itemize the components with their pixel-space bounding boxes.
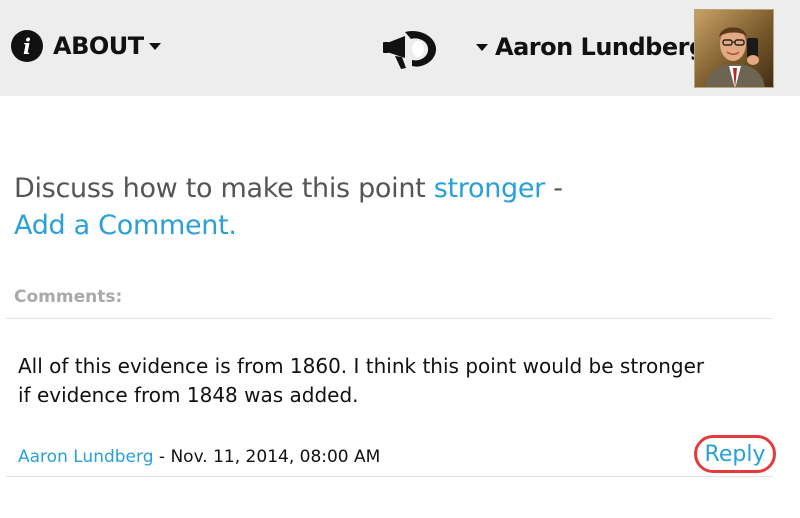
meta-separator: - [153, 447, 171, 467]
comment-body: All of this evidence is from 1860. I thi… [18, 354, 705, 407]
chevron-down-icon [476, 43, 488, 51]
chevron-down-icon [148, 42, 161, 50]
user-menu[interactable]: Aaron Lundberg [476, 33, 706, 61]
comment-author-link[interactable]: Aaron Lundberg [18, 447, 154, 467]
discussion-prompt: Discuss how to make this point stronger … [14, 170, 563, 244]
info-icon: i [11, 30, 43, 62]
add-comment-link[interactable]: Add a Comment. [14, 210, 237, 241]
avatar[interactable] [694, 9, 774, 88]
user-name: Aaron Lundberg [495, 33, 706, 61]
comment-timestamp: Nov. 11, 2014, 08:00 AM [170, 447, 381, 467]
comments-divider [6, 318, 773, 319]
megaphone-logo-icon[interactable] [381, 24, 441, 72]
stronger-link[interactable]: stronger [434, 173, 546, 204]
prompt-separator: - [544, 173, 563, 204]
reply-button[interactable]: Reply [694, 435, 776, 473]
comments-heading: Comments: [14, 287, 123, 307]
comment-divider [6, 476, 773, 477]
top-navigation-bar: i ABOUT Aaron Lundberg [0, 0, 800, 96]
prompt-text: Discuss how to make this point [14, 173, 434, 204]
about-menu[interactable]: i ABOUT [11, 30, 161, 62]
comment-meta: Aaron Lundberg - Nov. 11, 2014, 08:00 AM [18, 447, 380, 467]
about-label: ABOUT [53, 32, 144, 60]
